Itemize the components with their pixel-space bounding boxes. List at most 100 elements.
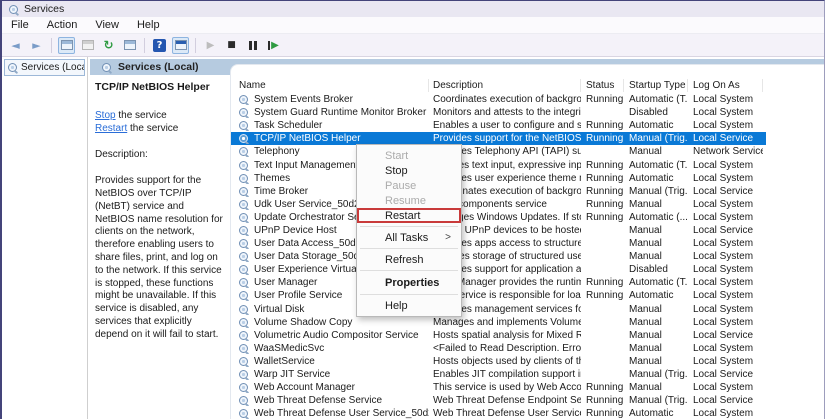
export-list-disabled-icon[interactable]: [79, 37, 96, 54]
service-status: Running: [581, 173, 624, 184]
menu-item[interactable]: File: [2, 18, 38, 32]
service-startup-type: Manual: [624, 146, 688, 157]
service-row[interactable]: TCP/IP NetBIOS Helper Provides support f…: [231, 132, 825, 145]
service-icon: [239, 213, 248, 222]
service-description: This service is used by Web Account...: [429, 382, 581, 393]
context-menu-item[interactable]: Refresh: [357, 252, 461, 267]
service-startup-type: Manual: [624, 251, 688, 262]
export-list-icon[interactable]: [121, 37, 138, 54]
column-header-startup-type[interactable]: Startup Type: [624, 79, 688, 92]
column-header-description[interactable]: Description: [429, 79, 581, 92]
service-name: User Data Access_50d20: [254, 238, 367, 249]
service-row[interactable]: Volume Shadow Copy Manages and implement…: [231, 316, 825, 329]
column-header-status[interactable]: Status: [581, 79, 624, 92]
service-row[interactable]: User Profile Service This service is res…: [231, 289, 825, 302]
stop-service-link[interactable]: Stop: [95, 110, 116, 121]
menu-item[interactable]: Action: [38, 18, 87, 32]
service-startup-type: Manual: [624, 343, 688, 354]
service-startup-type: Automatic: [624, 408, 688, 419]
context-menu-item[interactable]: Restart: [357, 208, 461, 223]
restart-service-icon[interactable]: ▶: [265, 37, 282, 54]
service-row[interactable]: WalletService Hosts objects used by clie…: [231, 355, 825, 368]
service-row[interactable]: User Data Storage_50d20 Handles storage …: [231, 250, 825, 263]
service-row[interactable]: Udk User Service_50d20 Shell components …: [231, 198, 825, 211]
service-startup-type: Automatic: [624, 120, 688, 131]
service-name: TCP/IP NetBIOS Helper: [254, 133, 361, 144]
pause-service-icon[interactable]: [244, 37, 261, 54]
service-startup-type: Manual: [624, 330, 688, 341]
service-name: User Data Storage_50d20: [254, 251, 370, 262]
forward-icon[interactable]: ►: [28, 37, 45, 54]
title-bar[interactable]: Services: [2, 1, 824, 17]
context-menu-item[interactable]: [360, 226, 458, 227]
service-name: Themes: [254, 173, 290, 184]
service-description: Manages and implements Volume S...: [429, 317, 581, 328]
help-icon[interactable]: ?: [151, 37, 168, 54]
service-row[interactable]: Task Scheduler Enables a user to configu…: [231, 119, 825, 132]
context-menu-item[interactable]: [360, 294, 458, 295]
stop-service-icon[interactable]: ■: [223, 37, 240, 54]
service-icon: [239, 265, 248, 274]
context-menu-item[interactable]: Properties: [357, 274, 461, 291]
submenu-arrow-icon: >: [445, 232, 451, 243]
service-description: Hosts spatial analysis for Mixed Real...: [429, 330, 581, 341]
menu-item[interactable]: Help: [128, 18, 169, 32]
tree-item-services-local[interactable]: Services (Local): [4, 59, 85, 76]
service-startup-type: Manual (Trig...: [624, 369, 688, 380]
service-row[interactable]: UPnP Device Host Allows UPnP devices to …: [231, 224, 825, 237]
selected-service-title: TCP/IP NetBIOS Helper: [95, 81, 226, 94]
restart-service-link[interactable]: Restart: [95, 123, 127, 134]
start-service-icon[interactable]: ▶: [202, 37, 219, 54]
context-menu-item[interactable]: [360, 248, 458, 249]
service-name: System Guard Runtime Monitor Broker: [254, 107, 426, 118]
service-startup-type: Manual: [624, 382, 688, 393]
service-row[interactable]: User Data Access_50d20 Provides apps acc…: [231, 237, 825, 250]
service-description: Coordinates execution of backgrou...: [429, 94, 581, 105]
service-list: Name ^ Description Status Startup Type L…: [230, 64, 825, 419]
service-icon: [239, 409, 248, 418]
service-row[interactable]: Web Account Manager This service is used…: [231, 381, 825, 394]
service-log-on-as: Local System: [688, 238, 763, 249]
context-menu-item[interactable]: All Tasks >: [357, 230, 461, 245]
service-row[interactable]: Virtual Disk Provides management service…: [231, 303, 825, 316]
service-startup-type: Manual: [624, 317, 688, 328]
service-startup-type: Manual: [624, 304, 688, 315]
service-action-links: Stop the service Restart the service: [95, 110, 226, 136]
service-startup-type: Automatic (T...: [624, 94, 688, 105]
service-status: Running: [581, 212, 624, 223]
service-row[interactable]: User Manager User Manager provides the r…: [231, 276, 825, 289]
service-status: Running: [581, 395, 624, 406]
context-menu-item[interactable]: Start: [357, 148, 461, 163]
refresh-icon[interactable]: ↻: [100, 37, 117, 54]
service-row[interactable]: User Experience Virtualization Service P…: [231, 263, 825, 276]
service-row[interactable]: Themes Provides user experience theme ma…: [231, 172, 825, 185]
back-icon[interactable]: ◄: [7, 37, 24, 54]
service-status: Running: [581, 186, 624, 197]
column-header-log-on-as[interactable]: Log On As: [688, 79, 763, 92]
context-menu-item[interactable]: Pause: [357, 178, 461, 193]
service-name: WaaSMedicSvc: [254, 343, 324, 354]
service-name: Time Broker: [254, 186, 308, 197]
show-console-tree-icon[interactable]: [58, 37, 75, 54]
service-row[interactable]: WaaSMedicSvc <Failed to Read Description…: [231, 342, 825, 355]
service-row[interactable]: Web Threat Defense Service Web Threat De…: [231, 394, 825, 407]
context-menu-item[interactable]: Stop: [357, 163, 461, 178]
service-row[interactable]: Telephony Provides Telephony API (TAPI) …: [231, 145, 825, 158]
service-row[interactable]: Time Broker Coordinates execution of bac…: [231, 185, 825, 198]
service-startup-type: Manual: [624, 356, 688, 367]
menu-item[interactable]: View: [86, 18, 128, 32]
service-row[interactable]: Update Orchestrator Service Manages Wind…: [231, 211, 825, 224]
service-row[interactable]: Volumetric Audio Compositor Service Host…: [231, 329, 825, 342]
service-row[interactable]: System Events Broker Coordinates executi…: [231, 93, 825, 106]
properties-window-icon[interactable]: [172, 37, 189, 54]
service-name: UPnP Device Host: [254, 225, 337, 236]
context-menu-item[interactable]: Help: [357, 298, 461, 313]
service-row[interactable]: Text Input Management Service Enables te…: [231, 158, 825, 171]
context-menu-item[interactable]: Resume: [357, 193, 461, 208]
services-window: Services FileActionViewHelp ◄ ► ↻ ? ▶ ■ …: [0, 0, 825, 419]
service-row[interactable]: System Guard Runtime Monitor Broker Moni…: [231, 106, 825, 119]
service-row[interactable]: Web Threat Defense User Service_50d20 We…: [231, 407, 825, 419]
column-header-name[interactable]: Name ^: [231, 79, 429, 92]
context-menu-item[interactable]: [360, 270, 458, 271]
service-row[interactable]: Warp JIT Service Enables JIT compilation…: [231, 368, 825, 381]
